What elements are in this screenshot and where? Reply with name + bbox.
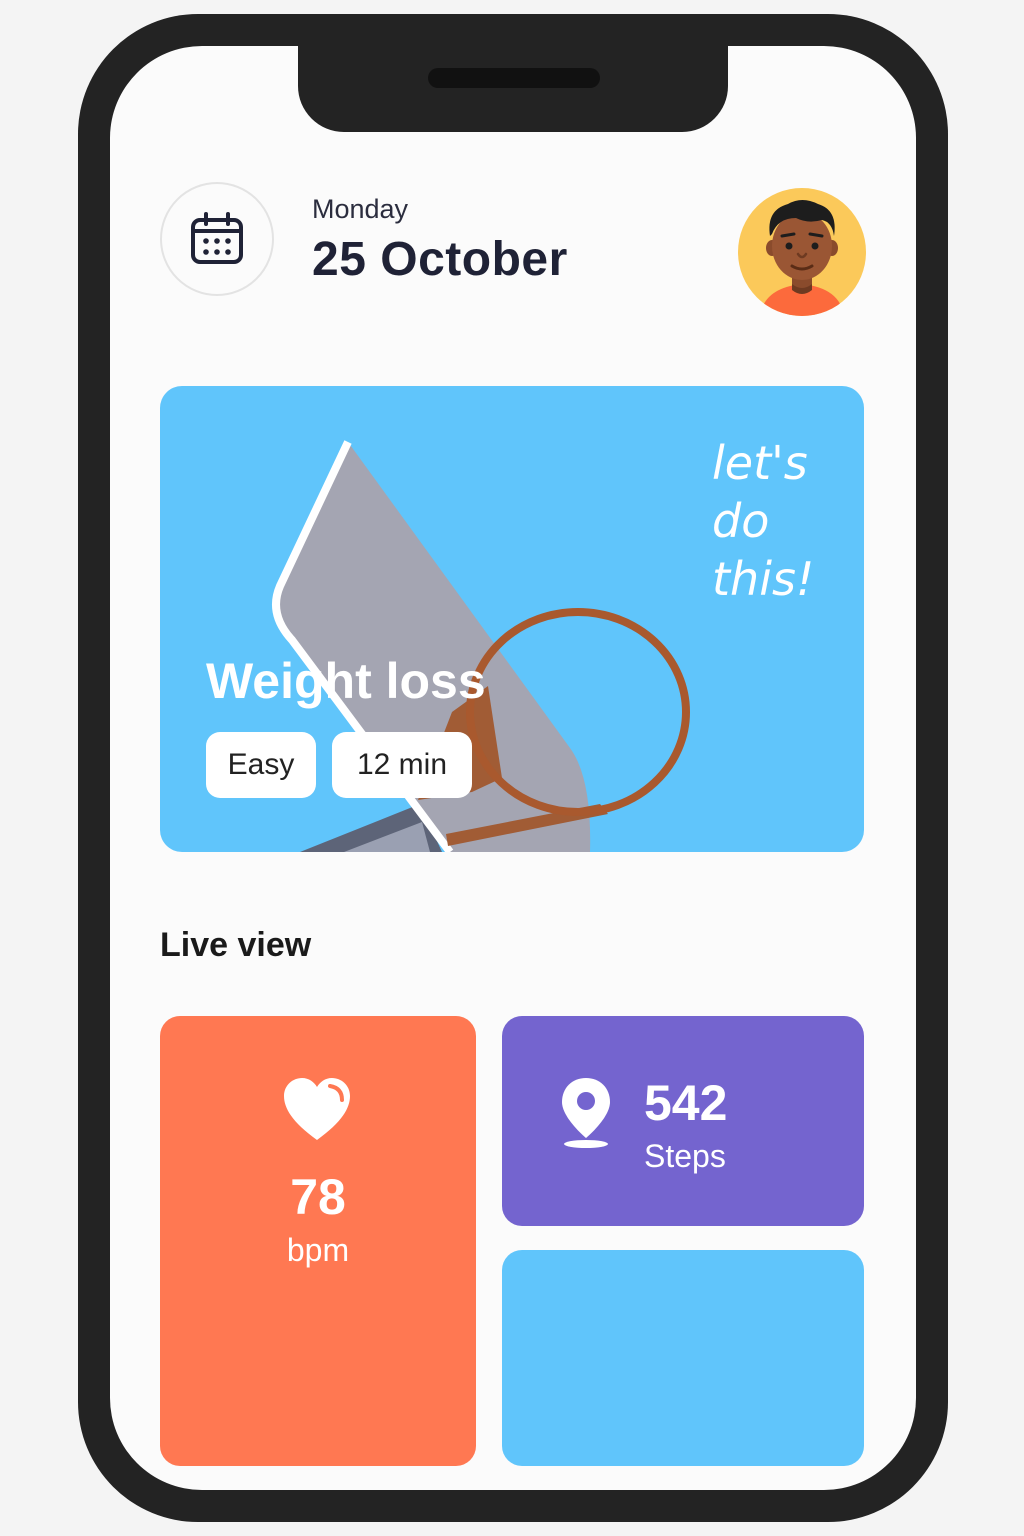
section-title-live-view: Live view <box>160 926 312 964</box>
slogan-line: do <box>712 494 770 548</box>
duration-chip: 12 min <box>332 732 472 798</box>
extra-stat-card[interactable] <box>502 1250 864 1466</box>
heart-rate-value: 78 <box>290 1169 346 1225</box>
slogan-line: let's <box>712 436 808 490</box>
slogan-line: this! <box>712 552 815 606</box>
date-title: 25 October <box>312 233 568 286</box>
steps-value: 542 <box>644 1075 728 1131</box>
calendar-button[interactable] <box>160 182 274 296</box>
heart-rate-card[interactable]: 78 bpm <box>160 1016 476 1466</box>
location-pin-icon <box>562 1078 610 1148</box>
slogan-text: let's do this! <box>712 434 814 608</box>
difficulty-chip: Easy <box>206 732 316 798</box>
notch <box>298 46 728 132</box>
avatar-illustration <box>760 200 844 316</box>
calendar-icon <box>191 212 243 264</box>
phone-frame: Monday 25 October let's do this! Weight … <box>78 14 948 1522</box>
user-avatar[interactable] <box>738 188 866 316</box>
heart-rate-unit: bpm <box>286 1232 350 1268</box>
app-screen: Monday 25 October let's do this! Weight … <box>110 46 916 1490</box>
weekday-label: Monday <box>312 194 409 224</box>
workout-title: Weight loss <box>206 653 486 709</box>
steps-unit: Steps <box>644 1138 726 1174</box>
workout-card[interactable]: let's do this! Weight loss Easy 12 min <box>160 386 864 852</box>
speaker <box>428 68 600 88</box>
heart-icon <box>284 1078 350 1140</box>
steps-card[interactable]: 542 Steps <box>502 1016 864 1226</box>
